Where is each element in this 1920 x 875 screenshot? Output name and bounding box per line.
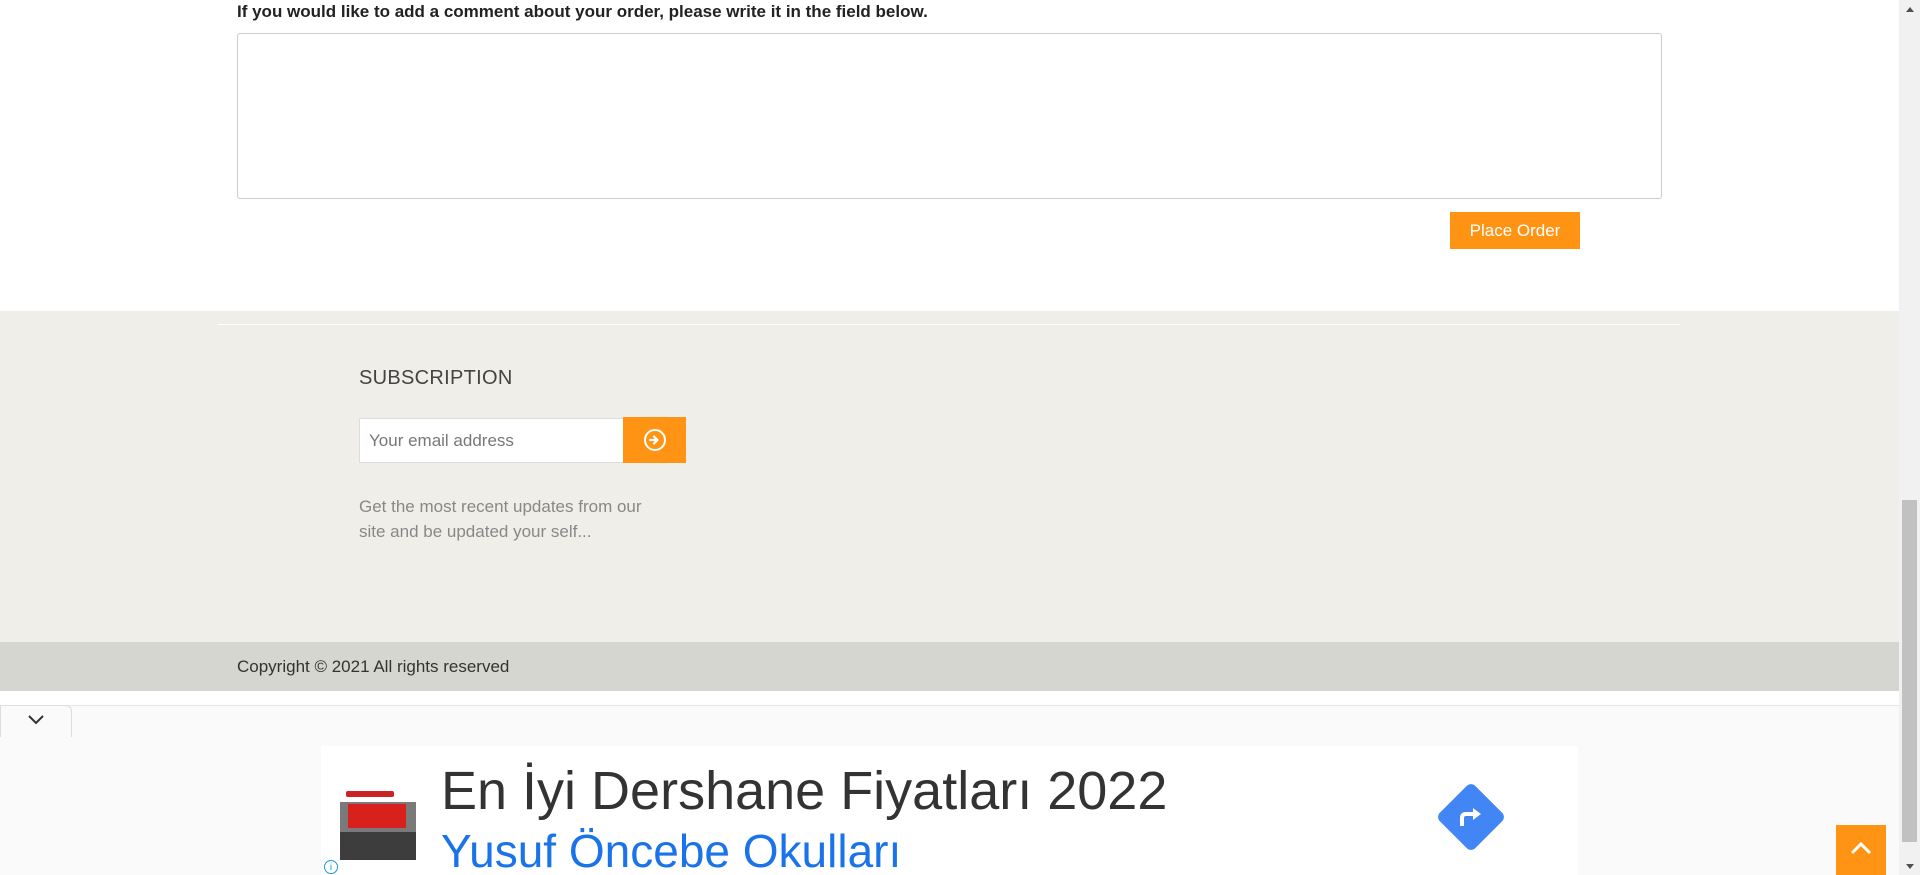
chevron-up-icon bbox=[1850, 841, 1872, 860]
place-order-button[interactable]: Place Order bbox=[1450, 212, 1580, 249]
ad-title[interactable]: En İyi Dershane Fiyatları 2022 bbox=[441, 760, 1167, 822]
order-comment-textarea[interactable] bbox=[237, 33, 1662, 199]
ad-collapse-tab[interactable] bbox=[0, 705, 72, 737]
footer-divider bbox=[218, 324, 1680, 325]
scroll-up-arrow-icon[interactable] bbox=[1899, 0, 1920, 17]
subscribe-button[interactable] bbox=[623, 417, 686, 463]
back-to-top-button[interactable] bbox=[1836, 825, 1886, 875]
ad-thumbnail bbox=[340, 788, 416, 860]
info-icon[interactable]: i bbox=[324, 860, 338, 874]
copyright-text: Copyright © 2021 All rights reserved bbox=[237, 657, 510, 676]
footer: SUBSCRIPTION Get the most recent updates… bbox=[0, 311, 1899, 642]
subscription-email-input[interactable] bbox=[359, 418, 624, 463]
scroll-down-arrow-icon[interactable] bbox=[1899, 858, 1920, 875]
vertical-scrollbar[interactable] bbox=[1899, 0, 1920, 875]
main-content: If you would like to add a comment about… bbox=[0, 0, 1899, 875]
subscription-description: Get the most recent updates from our sit… bbox=[359, 497, 642, 541]
ad-card[interactable]: En İyi Dershane Fiyatları 2022 Yusuf Önc… bbox=[321, 746, 1578, 875]
ad-subtitle-link[interactable]: Yusuf Öncebe Okulları bbox=[441, 824, 901, 875]
scrollbar-thumb[interactable] bbox=[1902, 500, 1917, 842]
page: If you would like to add a comment about… bbox=[0, 0, 1920, 875]
subscription-title: SUBSCRIPTION bbox=[359, 367, 513, 389]
arrow-circle-right-icon bbox=[643, 429, 666, 451]
copyright-bar: Copyright © 2021 All rights reserved bbox=[0, 642, 1899, 691]
order-comment-label: If you would like to add a comment about… bbox=[237, 2, 928, 21]
chevron-down-icon bbox=[26, 713, 46, 731]
directions-arrow-icon bbox=[1454, 800, 1488, 834]
